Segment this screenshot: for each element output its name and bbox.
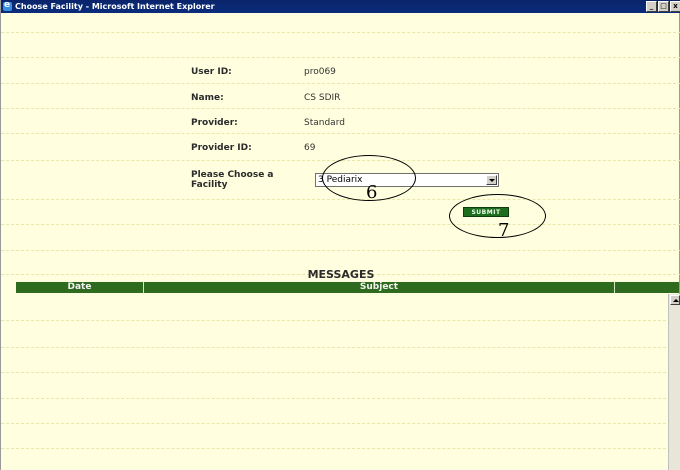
divider xyxy=(1,57,680,58)
callout-number: 6 xyxy=(366,182,378,203)
messages-list xyxy=(16,293,667,470)
divider xyxy=(1,32,680,33)
divider xyxy=(1,108,680,109)
name-label: Name: xyxy=(191,93,224,103)
provider-label: Provider: xyxy=(191,118,238,128)
window-title: Choose Facility - Microsoft Internet Exp… xyxy=(15,2,215,11)
divider xyxy=(1,224,680,225)
divider xyxy=(1,133,680,134)
subject-column-header[interactable]: Subject xyxy=(144,282,615,293)
messages-table-header: Date Subject xyxy=(16,282,679,293)
provider-id-value: 69 xyxy=(304,143,316,153)
facility-label: Please Choose a Facility xyxy=(191,170,274,190)
minimize-button[interactable]: _ xyxy=(646,1,657,12)
window-controls: _ □ x xyxy=(645,1,680,12)
divider xyxy=(1,250,680,251)
close-button[interactable]: x xyxy=(670,1,680,12)
callout-number: 7 xyxy=(498,220,510,241)
browser-window: Choose Facility - Microsoft Internet Exp… xyxy=(0,0,680,470)
divider xyxy=(1,83,680,84)
user-id-label: User ID: xyxy=(191,67,232,77)
provider-value: Standard xyxy=(304,118,345,128)
messages-title: MESSAGES xyxy=(307,268,375,281)
provider-id-label: Provider ID: xyxy=(191,143,252,153)
internet-explorer-icon xyxy=(3,0,12,12)
date-column-header[interactable]: Date xyxy=(16,282,144,293)
scrollbar[interactable] xyxy=(668,294,680,470)
chevron-down-icon[interactable] xyxy=(486,175,497,185)
maximize-button[interactable]: □ xyxy=(658,1,669,12)
title-bar[interactable]: Choose Facility - Microsoft Internet Exp… xyxy=(1,0,680,13)
name-value: CS SDIR xyxy=(304,93,341,103)
user-id-value: pro069 xyxy=(304,67,336,77)
scroll-up-icon[interactable] xyxy=(670,295,680,305)
divider xyxy=(1,199,680,200)
